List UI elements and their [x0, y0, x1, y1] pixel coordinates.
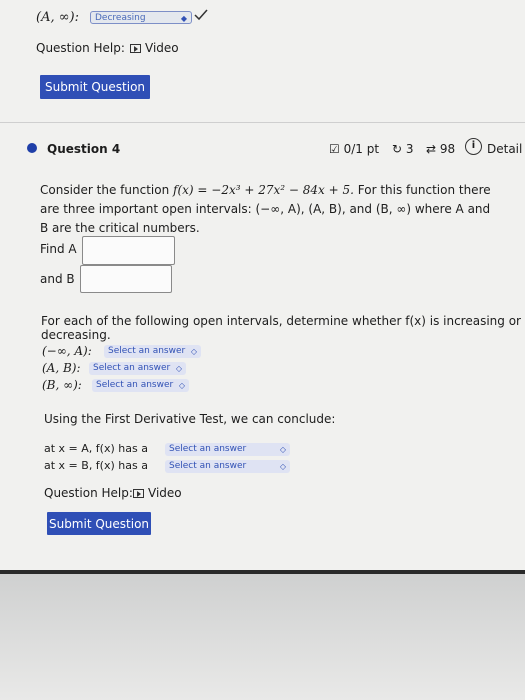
- prev-interval-label: (A, ∞):: [36, 10, 80, 25]
- select-placeholder: Select an answer: [96, 380, 174, 390]
- video-label: Video: [145, 41, 179, 55]
- video-icon: [133, 489, 144, 498]
- conclusion-b-select[interactable]: Select an answer ◇: [165, 460, 290, 473]
- divider: [0, 122, 525, 123]
- select-placeholder: Select an answer: [93, 363, 171, 373]
- tries-count: 98: [439, 142, 456, 156]
- interval-label-2: (A, B):: [42, 361, 81, 375]
- select-placeholder: Select an answer: [169, 461, 247, 471]
- chevron-updown-icon: ◇: [175, 364, 182, 373]
- conclusion-a-label: at x = A, f(x) has a: [44, 442, 148, 455]
- answer-a-input[interactable]: [82, 236, 175, 265]
- first-derivative-intro: Using the First Derivative Test, we can …: [44, 412, 336, 426]
- interval-label-1: (−∞, A):: [42, 344, 92, 358]
- sync-icon: ⇄: [426, 142, 437, 156]
- interval-select-3[interactable]: Select an answer ◇: [92, 379, 189, 392]
- prev-submit-button[interactable]: Submit Question: [40, 75, 150, 99]
- retry-icon: ↻: [392, 142, 403, 156]
- problem-suffix: For this function there: [357, 183, 491, 197]
- score-text: 0/1 pt: [343, 142, 380, 156]
- select-placeholder: Select an answer: [169, 444, 247, 454]
- video-icon: [130, 44, 141, 53]
- and-b-label: and B: [40, 272, 75, 286]
- problem-prefix: Consider the function: [40, 183, 170, 197]
- submit-label: Submit Question: [48, 516, 150, 531]
- interval-select-2[interactable]: Select an answer ◇: [89, 362, 186, 375]
- chevron-updown-icon: ◇: [279, 445, 286, 454]
- intervals-intro-line-1: For each of the following open intervals…: [41, 314, 521, 328]
- intervals-intro-line-2: decreasing.: [41, 328, 111, 342]
- submit-question-button[interactable]: Submit Question: [47, 512, 151, 535]
- prev-video-link[interactable]: Video: [130, 40, 179, 56]
- find-a-label: Find A: [40, 242, 77, 256]
- problem-line-3: B are the critical numbers.: [40, 221, 200, 235]
- tries-area: ⇄ 98: [426, 141, 455, 157]
- chevron-updown-icon: ◇: [279, 462, 286, 471]
- chevron-updown-icon: ◆: [180, 14, 187, 23]
- interval-select-1[interactable]: Select an answer ◇: [104, 345, 201, 358]
- submit-label: Submit Question: [44, 80, 146, 94]
- question-help: Question Help:: [44, 485, 133, 501]
- question-help-label: Question Help:: [36, 41, 125, 55]
- chevron-updown-icon: ◇: [190, 347, 197, 356]
- function-expression: f(x) = −2x³ + 27x² − 84x + 5.: [173, 183, 354, 197]
- attempts-area: ↻ 3: [392, 141, 414, 157]
- score-area: ☑ 0/1 pt: [329, 141, 379, 157]
- info-icon[interactable]: i: [465, 138, 482, 155]
- video-label: Video: [148, 486, 182, 500]
- question-number: Question 4: [47, 142, 121, 156]
- device-surface: [0, 574, 525, 700]
- prev-interval-dropdown[interactable]: Decreasing ◆: [90, 11, 192, 24]
- score-check-icon: ☑: [329, 142, 340, 156]
- select-placeholder: Select an answer: [108, 346, 186, 356]
- prev-dropdown-value: Decreasing: [95, 13, 146, 23]
- problem-line-2: are three important open intervals: (−∞,…: [40, 202, 491, 216]
- question-page: (A, ∞): Decreasing ◆ Question Help: Vide…: [0, 0, 525, 570]
- question-help-label: Question Help:: [44, 486, 133, 500]
- video-link[interactable]: Video: [133, 485, 182, 501]
- conclusion-a-select[interactable]: Select an answer ◇: [165, 443, 290, 456]
- interval-label-3: (B, ∞):: [42, 378, 82, 392]
- details-link[interactable]: Detail: [487, 141, 522, 157]
- checkmark-icon: [194, 9, 208, 21]
- question-bullet-icon: [27, 143, 37, 153]
- problem-line-1: Consider the function f(x) = −2x³ + 27x²…: [40, 182, 491, 198]
- prev-question-help: Question Help:: [36, 40, 125, 56]
- chevron-updown-icon: ◇: [178, 381, 185, 390]
- attempts-count: 3: [405, 142, 414, 156]
- answer-b-input[interactable]: [80, 265, 172, 293]
- conclusion-b-label: at x = B, f(x) has a: [44, 459, 148, 472]
